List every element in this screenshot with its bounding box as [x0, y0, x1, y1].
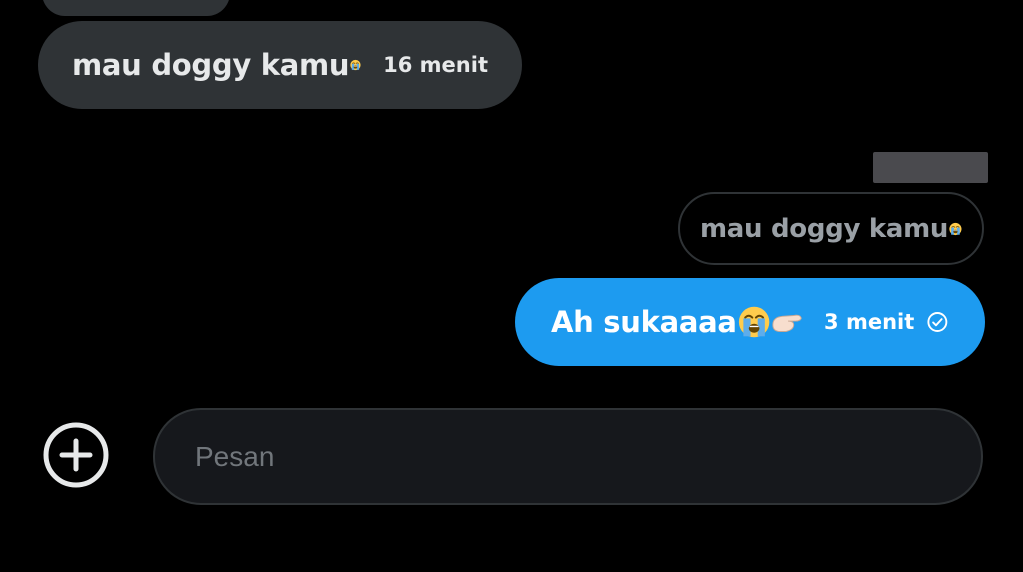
sent-message-bubble[interactable]: Ah sukaaaa 3 menit: [515, 278, 985, 366]
redacted-username: [873, 152, 988, 183]
loudly-crying-face-icon: [350, 59, 361, 71]
pinching-hand-icon: [772, 314, 802, 332]
previous-message-bubble[interactable]: [42, 0, 230, 16]
plus-circle-icon: [43, 422, 109, 488]
add-attachment-button[interactable]: [42, 421, 110, 489]
loudly-crying-face-icon: [738, 306, 769, 338]
reply-quote-text: mau doggy kamu: [700, 213, 949, 244]
check-circle-icon: [927, 312, 948, 332]
received-message-time: 16 menit: [383, 53, 488, 77]
received-message-text: mau doggy kamu: [72, 48, 350, 82]
message-composer[interactable]: [153, 408, 983, 505]
loudly-crying-face-icon: [949, 222, 962, 235]
message-input[interactable]: [193, 439, 943, 474]
dm-conversation: mau doggy kamu 16 menit mau doggy kamu A…: [0, 0, 1023, 572]
sent-message-time: 3 menit: [824, 310, 915, 334]
reply-quote-bubble[interactable]: mau doggy kamu: [678, 192, 984, 265]
sent-message-text: Ah sukaaaa: [551, 305, 737, 339]
received-message-bubble[interactable]: mau doggy kamu 16 menit: [38, 21, 522, 109]
